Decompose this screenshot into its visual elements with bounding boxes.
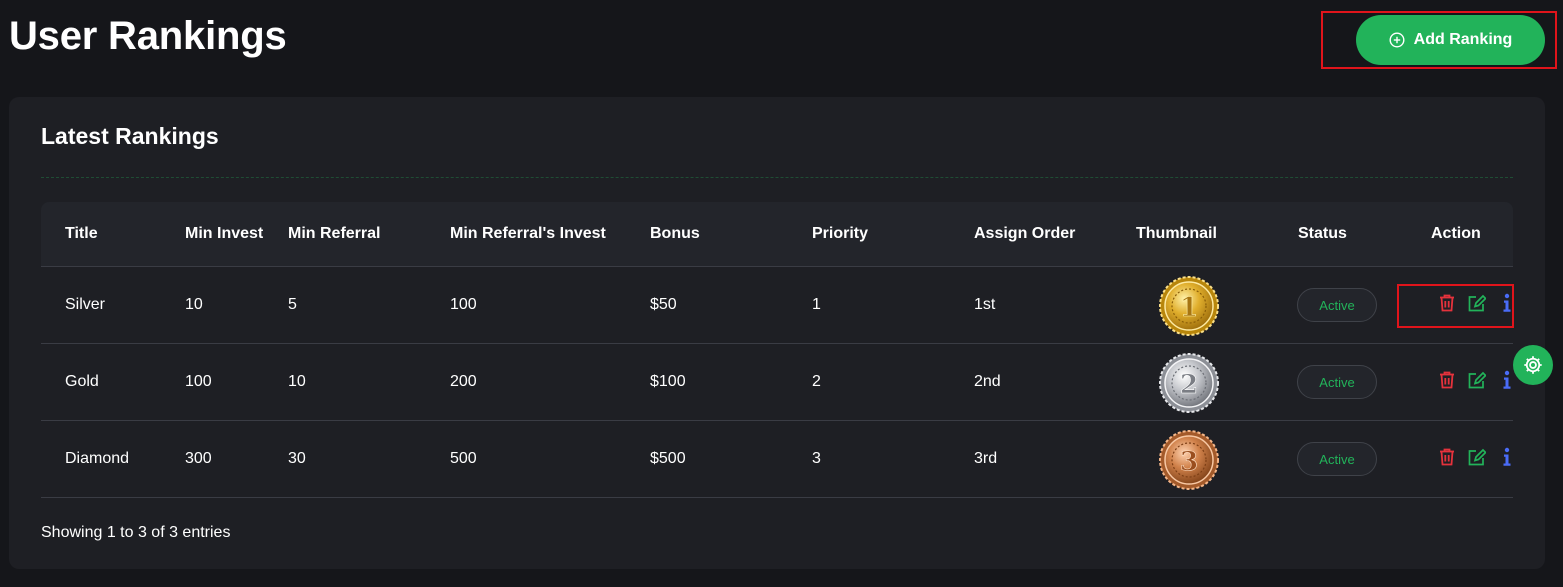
column-header-bonus: Bonus (650, 225, 700, 242)
row-actions (1438, 370, 1516, 390)
cell-title: Silver (65, 296, 106, 313)
add-ranking-button[interactable]: Add Ranking (1356, 15, 1545, 65)
cell-min-invest: 100 (185, 373, 212, 390)
svg-text:3: 3 (1180, 447, 1198, 477)
trash-icon[interactable] (1438, 370, 1456, 390)
silver-medal-icon: 2 (1159, 353, 1219, 413)
table-row: Gold 100 10 200 $100 2 2nd 2 Active (41, 344, 1513, 421)
status-badge: Active (1297, 442, 1377, 476)
svg-text:2: 2 (1180, 370, 1198, 400)
cell-priority: 2 (812, 373, 821, 390)
cell-bonus: $500 (650, 450, 686, 467)
column-header-action: Action (1431, 225, 1481, 242)
column-header-assign-order: Assign Order (974, 225, 1076, 242)
plus-circle-icon (1389, 32, 1405, 48)
gear-icon (1522, 354, 1544, 376)
column-header-thumbnail: Thumbnail (1136, 225, 1217, 242)
info-icon[interactable] (1498, 447, 1516, 467)
table-header: Title Min Invest Min Referral Min Referr… (41, 202, 1513, 267)
cell-priority: 1 (812, 296, 821, 313)
column-header-min-referral-invest: Min Referral's Invest (450, 225, 606, 242)
trash-icon[interactable] (1438, 447, 1456, 467)
status-badge: Active (1297, 365, 1377, 399)
column-header-title: Title (65, 225, 98, 242)
column-header-min-referral: Min Referral (288, 225, 381, 242)
table-footer-info: Showing 1 to 3 of 3 entries (41, 524, 231, 541)
column-header-priority: Priority (812, 225, 869, 242)
cell-priority: 3 (812, 450, 821, 467)
latest-rankings-card: Latest Rankings Title Min Invest Min Ref… (9, 97, 1545, 569)
card-divider (41, 177, 1513, 178)
page-title: User Rankings (9, 14, 287, 58)
card-title: Latest Rankings (41, 123, 219, 149)
cell-min-referral-invest: 200 (450, 373, 477, 390)
cell-assign-order: 3rd (974, 450, 998, 467)
table-row: Diamond 300 30 500 $500 3 3rd 3 Active (41, 421, 1513, 498)
cell-bonus: $50 (650, 296, 677, 313)
status-badge: Active (1297, 288, 1377, 322)
cell-min-referral-invest: 500 (450, 450, 477, 467)
cell-title: Diamond (65, 450, 130, 467)
info-icon[interactable] (1498, 370, 1516, 390)
edit-icon[interactable] (1468, 447, 1486, 467)
column-header-min-invest: Min Invest (185, 225, 264, 242)
cell-title: Gold (65, 373, 99, 390)
row-actions (1438, 447, 1516, 467)
settings-button[interactable] (1513, 345, 1553, 385)
user-rankings-page: User Rankings Add Ranking Latest Ranking… (0, 0, 1563, 587)
svg-text:1: 1 (1180, 293, 1198, 323)
cell-assign-order: 2nd (974, 373, 1001, 390)
table-row: Silver 10 5 100 $50 1 1st 1 Active (41, 267, 1513, 344)
cell-min-referral: 10 (288, 373, 306, 390)
cell-min-referral-invest: 100 (450, 296, 477, 313)
cell-assign-order: 1st (974, 296, 996, 313)
gold-medal-icon: 1 (1159, 276, 1219, 336)
cell-min-invest: 10 (185, 296, 203, 313)
edit-icon[interactable] (1468, 370, 1486, 390)
cell-min-referral: 5 (288, 296, 297, 313)
cell-min-referral: 30 (288, 450, 306, 467)
bronze-medal-icon: 3 (1159, 430, 1219, 490)
cell-bonus: $100 (650, 373, 686, 390)
actions-highlight-box (1397, 284, 1514, 328)
cell-min-invest: 300 (185, 450, 212, 467)
add-ranking-label: Add Ranking (1413, 31, 1513, 48)
column-header-status: Status (1298, 225, 1347, 242)
